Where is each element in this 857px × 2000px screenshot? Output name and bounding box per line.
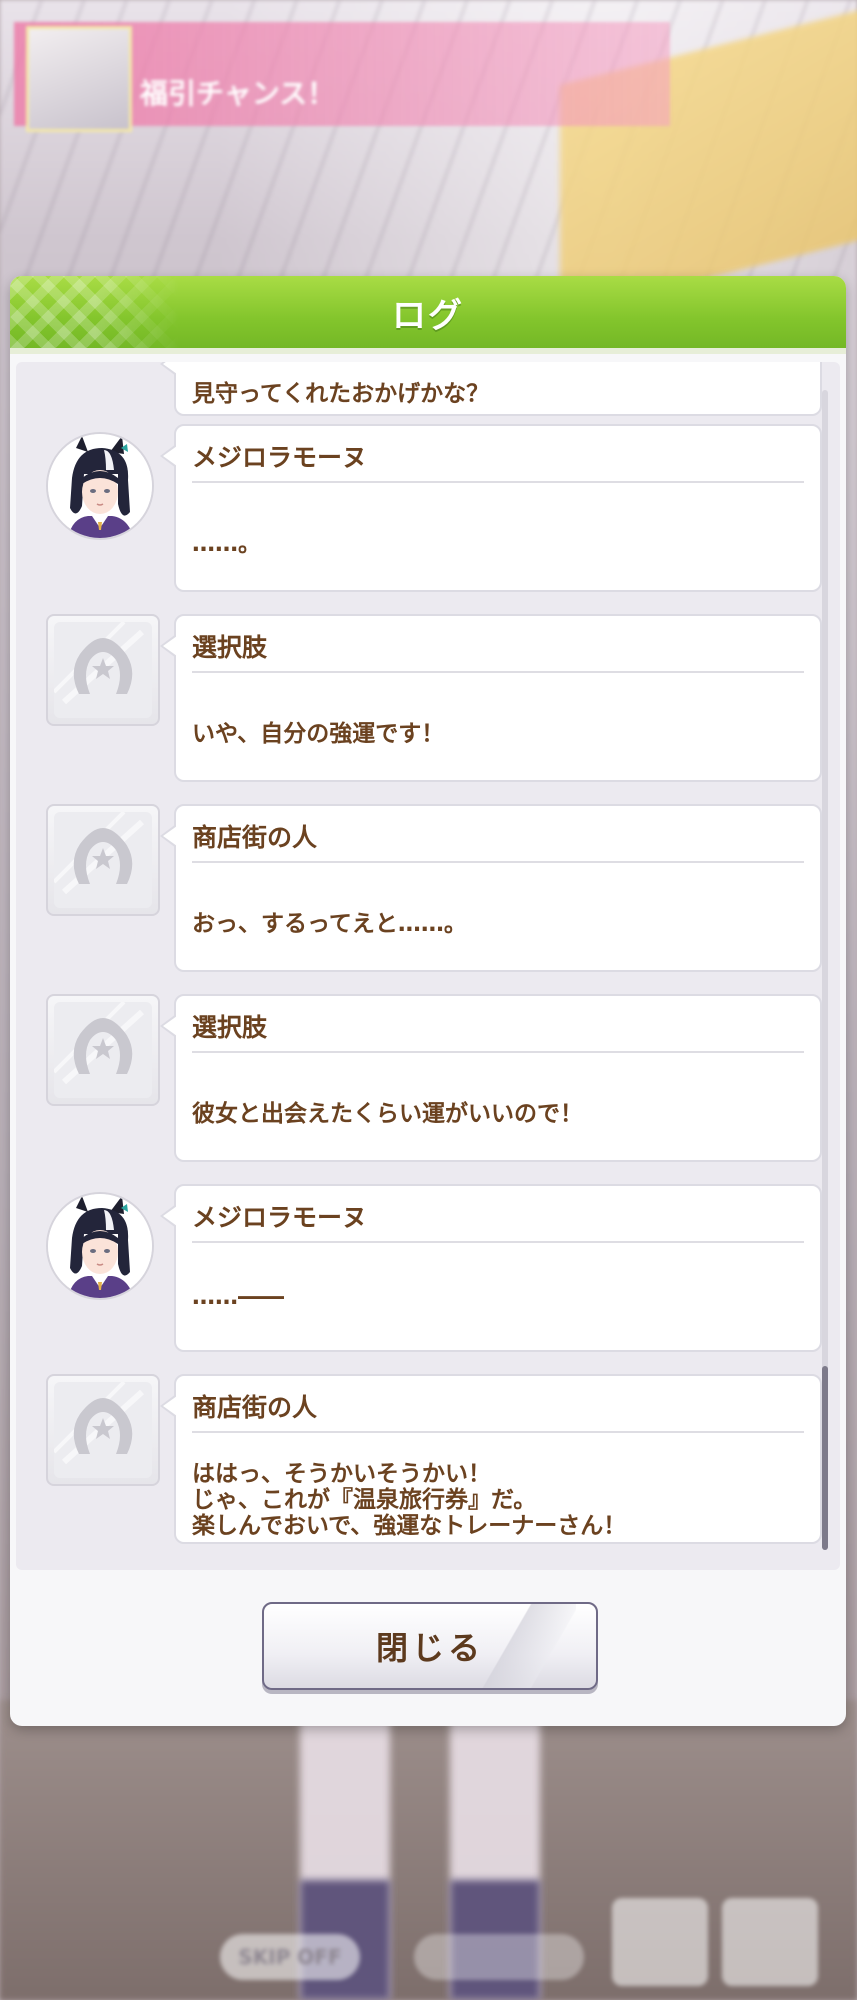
notification-text: 福引チャンス！ [140, 77, 336, 110]
log-bubble: メジロラモーヌ ……―― [160, 1184, 822, 1352]
log-line: 彼女と出会えたくらい運がいいので！ [192, 1101, 583, 1127]
log-button[interactable] [612, 1898, 708, 1986]
horseshoe-icon [46, 994, 160, 1106]
log-entry: 選択肢 彼女と出会えたくらい運がいいので！ [16, 994, 840, 1164]
log-bubble: 見守ってくれたおかげかな？ [160, 362, 822, 416]
log-entry: 見守ってくれたおかげかな？ [16, 362, 840, 432]
speaker-name: メジロラモーヌ [192, 1203, 368, 1232]
log-line: おっ、するってえと……。 [192, 911, 467, 937]
character-avatar [46, 432, 154, 540]
horseshoe-icon [46, 804, 160, 916]
log-bubble: 商店街の人 ははっ、そうかいそうかい！ じゃ、これが『温泉旅行券』だ。 楽しんで… [160, 1374, 822, 1544]
log-line: ……―― [192, 1284, 284, 1310]
speaker-name: 商店街の人 [192, 1393, 318, 1422]
log-entry: 商店街の人 おっ、するってえと……。 [16, 804, 840, 974]
log-bubble: 選択肢 いや、自分の強運です！ [160, 614, 822, 782]
bubble-divider [192, 1241, 804, 1243]
bubble-divider [192, 861, 804, 863]
log-entry: 商店街の人 ははっ、そうかいそうかい！ じゃ、これが『温泉旅行券』だ。 楽しんで… [16, 1374, 840, 1546]
log-scroll-area[interactable]: 見守ってくれたおかげかな？ メジロラモーヌ ……。 選択肢 いや、自分の強運です… [16, 362, 840, 1570]
log-modal: ログ 見守ってくれたおかげかな？ メジロラモーヌ ……。 選択肢 いや、自分の強… [10, 276, 846, 1726]
log-entry: 選択肢 いや、自分の強運です！ [16, 614, 840, 784]
horseshoe-icon [46, 1374, 160, 1486]
speaker-name: 選択肢 [192, 1013, 268, 1042]
bubble-divider [192, 1051, 804, 1053]
log-bubble: 選択肢 彼女と出会えたくらい運がいいので！ [160, 994, 822, 1162]
speaker-name: 選択肢 [192, 633, 268, 662]
log-bubble: 商店街の人 おっ、するってえと……。 [160, 804, 822, 972]
skip-toggle-button[interactable]: SKIP OFF [220, 1934, 360, 1980]
bubble-divider [192, 671, 804, 673]
log-bubble: メジロラモーヌ ……。 [160, 424, 822, 592]
speaker-name: 商店街の人 [192, 823, 318, 852]
close-button-label: 閉じる [375, 1629, 484, 1667]
log-line: ……。 [192, 531, 261, 557]
menu-button[interactable] [722, 1898, 818, 1986]
speaker-name: メジロラモーヌ [192, 443, 368, 472]
close-button[interactable]: 閉じる [262, 1602, 598, 1690]
character-avatar [46, 1192, 154, 1300]
log-entry: メジロラモーヌ ……―― [16, 1184, 840, 1354]
log-line: いや、自分の強運です！ [192, 721, 445, 747]
scrollbar-thumb[interactable] [822, 1366, 828, 1550]
auto-toggle-button[interactable] [414, 1934, 584, 1980]
modal-title: ログ [392, 295, 464, 336]
header-divider [10, 348, 846, 354]
bubble-divider [192, 1431, 804, 1433]
log-line: 楽しんでおいで、強運なトレーナーさん！ [192, 1513, 627, 1539]
notification-avatar [26, 26, 132, 132]
bubble-divider [192, 481, 804, 483]
horseshoe-icon [46, 614, 160, 726]
modal-header: ログ [10, 276, 846, 348]
log-entry: メジロラモーヌ ……。 [16, 424, 840, 594]
log-line: 見守ってくれたおかげかな？ [192, 381, 490, 407]
